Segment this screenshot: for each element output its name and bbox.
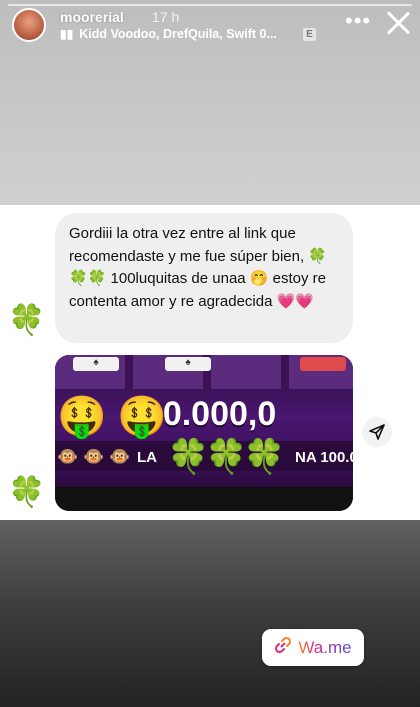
music-info[interactable]: ▮▮ Kidd Voodoo, DrefQuila, Swift 0... [60, 27, 277, 41]
casino-image[interactable]: ♠ ♠ 100.000,0 🤑 🤑 🐵 🐵 🐵 LA NA 100.0 🍀 🍀 … [55, 355, 353, 511]
avatar[interactable] [12, 8, 46, 42]
clover-avatar-icon: 🍀 [8, 476, 46, 509]
link-sticker[interactable]: Wa.me [262, 629, 364, 666]
money-face-icon: 🤑 [57, 395, 107, 439]
story-header: moorerial 17 h ▮▮ Kidd Voodoo, DrefQuila… [0, 0, 420, 60]
image-bottom-bar [55, 487, 353, 511]
close-icon[interactable] [385, 10, 411, 36]
clover-icon: 🍀 [205, 438, 248, 476]
monkey-icon: 🐵 [83, 447, 105, 466]
link-label: Wa.me [298, 637, 352, 657]
link-icon [274, 636, 292, 659]
strip-text-end: NA 100.0 [295, 449, 353, 466]
card-icon: ♠ [73, 357, 119, 371]
music-title: Kidd Voodoo, DrefQuila, Swift 0... [79, 27, 277, 41]
message-text: Gordiii la otra vez entre al link que re… [69, 225, 327, 310]
clover-icon: 🍀 [243, 438, 286, 476]
explicit-badge: E [303, 28, 316, 41]
more-options-icon[interactable]: ••• [345, 8, 371, 34]
message-bubble: Gordiii la otra vez entre al link que re… [55, 213, 353, 343]
username[interactable]: moorerial [60, 9, 124, 25]
card-icon: ♠ [165, 357, 211, 371]
story-time: 17 h [152, 9, 180, 25]
send-arrow-icon [369, 424, 385, 440]
monkey-icon: 🐵 [109, 447, 131, 466]
share-icon[interactable] [362, 417, 392, 447]
clover-avatar-icon: 🍀 [8, 304, 46, 337]
strip-text: LA [137, 449, 157, 466]
story-view: moorerial 17 h ▮▮ Kidd Voodoo, DrefQuila… [0, 0, 420, 707]
chat-screenshot: Gordiii la otra vez entre al link que re… [0, 205, 420, 520]
clover-icon: 🍀 [167, 438, 210, 476]
story-background-bottom [0, 520, 420, 707]
money-face-icon: 🤑 [117, 395, 167, 439]
card-icon [300, 357, 346, 371]
monkey-icon: 🐵 [57, 447, 79, 466]
audio-wave-icon: ▮▮ [60, 27, 74, 41]
